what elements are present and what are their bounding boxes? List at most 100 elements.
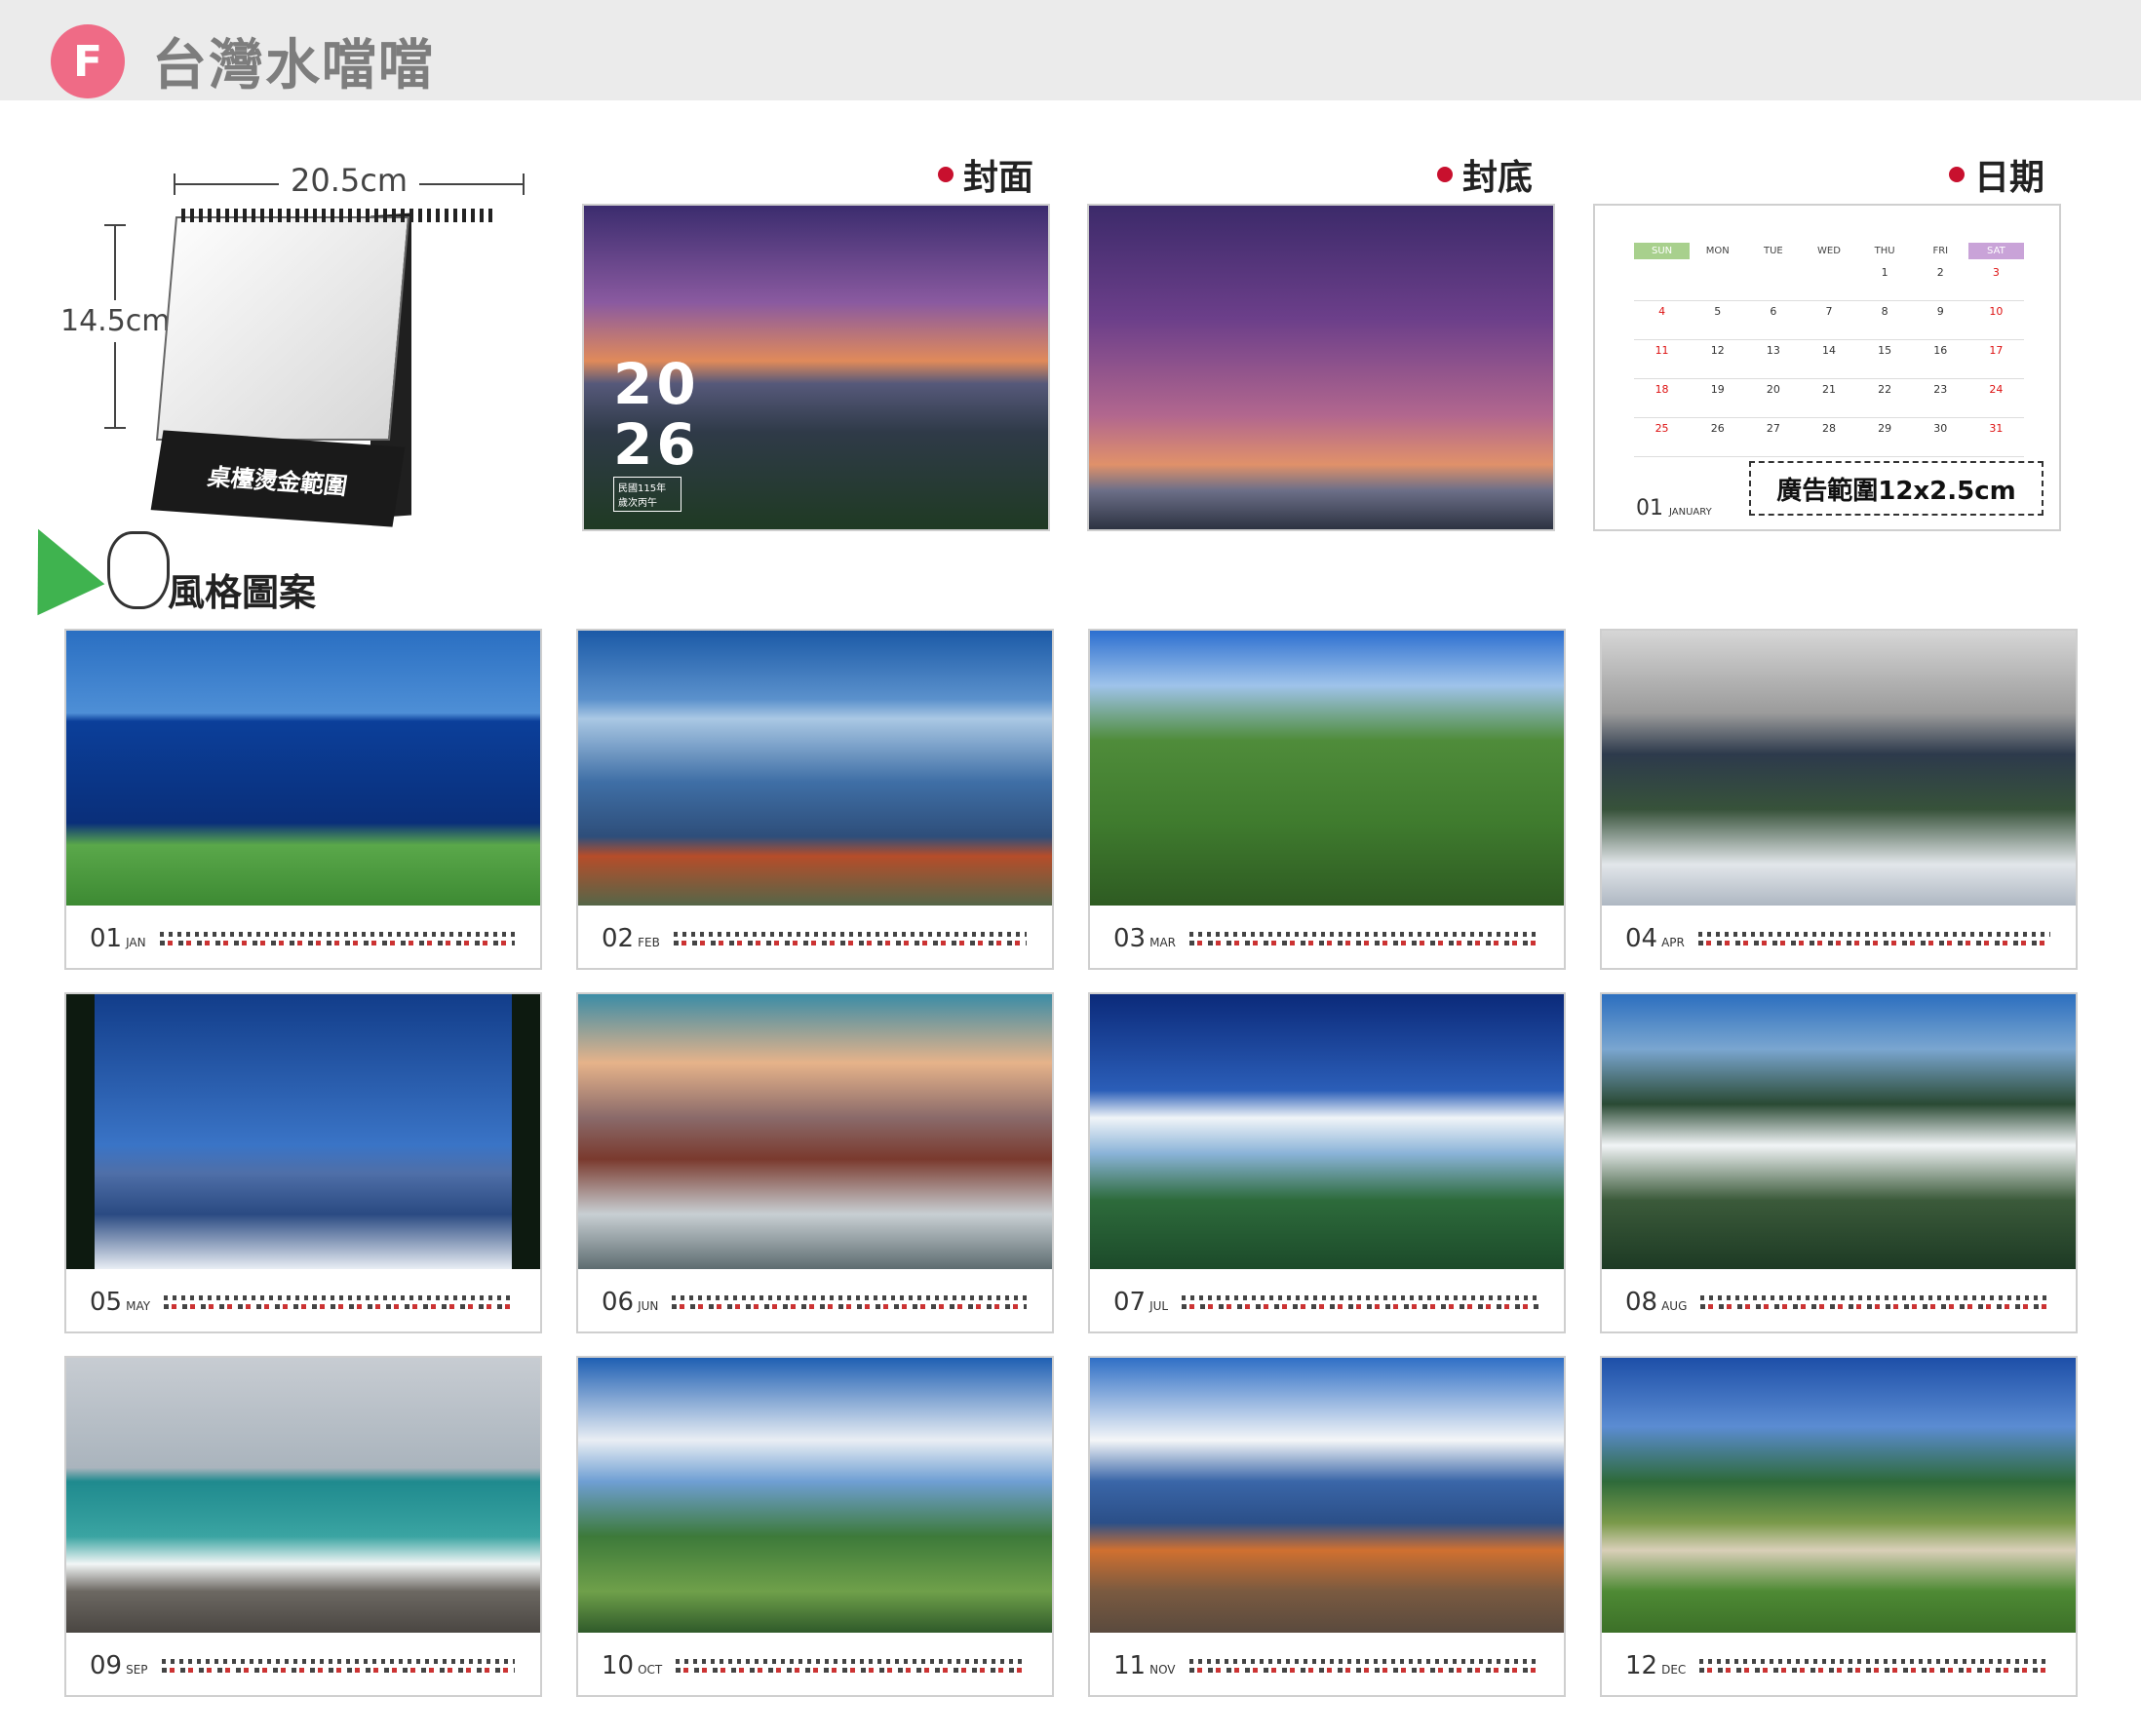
month-card-07[interactable]: 07 JUL [1088, 992, 1566, 1333]
desk-base: 桌檯燙金範圍 [150, 430, 406, 527]
mini-calendar-weekdays [1700, 1295, 2050, 1300]
month-footer: 05 MAY [66, 1269, 540, 1331]
style-badge: F [51, 24, 125, 98]
january-date-cell [1690, 262, 1746, 301]
month-card-09[interactable]: 09 SEP [64, 1356, 542, 1697]
month-number: 08 [1625, 1288, 1658, 1317]
mini-calendar-strip [1182, 1295, 1538, 1309]
january-date-cell: 18 [1634, 379, 1691, 418]
month-card-05[interactable]: 05 MAY [64, 992, 542, 1333]
girl-face-icon [107, 531, 170, 609]
mini-calendar-strip [1189, 932, 1538, 945]
month-name: AUG [1661, 1299, 1688, 1313]
cover-photo[interactable]: 20 26 民國115年 歲次丙午 [582, 204, 1050, 531]
month-footer: 03 MAR [1090, 906, 1564, 968]
month-number: 06 [602, 1288, 635, 1317]
january-month-label: 01 JANUARY [1636, 496, 1712, 521]
mini-calendar-strip [676, 1659, 1027, 1673]
month-footer: 02 FEB [578, 906, 1052, 968]
month-name: NOV [1149, 1663, 1176, 1677]
january-date-cell: 25 [1634, 418, 1691, 457]
month-card-06[interactable]: 06 JUN [576, 992, 1054, 1333]
mini-calendar-dates [1699, 1668, 2050, 1673]
mini-calendar-weekdays [1697, 932, 2050, 937]
month-footer: 09 SEP [66, 1633, 540, 1695]
month-footer: 07 JUL [1090, 1269, 1564, 1331]
date-label-text: 日期 [1974, 158, 2045, 198]
width-label: 20.5cm [279, 162, 420, 199]
month-card-02[interactable]: 02 FEB [576, 629, 1054, 970]
january-date-cell: 29 [1856, 418, 1913, 457]
month-card-01[interactable]: 01 JAN [64, 629, 542, 970]
january-date-cell: 21 [1801, 379, 1857, 418]
month-number: 11 [1113, 1651, 1147, 1680]
month-photo [1090, 994, 1564, 1269]
mini-calendar-dates [1188, 1668, 1538, 1673]
mini-calendar-weekdays [1189, 932, 1538, 937]
weekday-header: SUN MON TUE WED THU FRI SAT [1634, 243, 2024, 259]
january-date-cell: 23 [1912, 379, 1968, 418]
day-sat: SAT [1967, 243, 2024, 259]
january-date-grid: 1 2 3 4 5 6 7 8 9 10 11 12 13 14 15 16 17 18 19 20 21 22 23 24 2… [1634, 262, 2024, 457]
green-triangle-icon [4, 513, 105, 616]
mini-calendar-weekdays [1182, 1295, 1538, 1300]
january-date-cell: 27 [1745, 418, 1802, 457]
month-number: 07 [1113, 1288, 1147, 1317]
month-card-10[interactable]: 10 OCT [576, 1356, 1054, 1697]
january-date-cell: 7 [1801, 301, 1857, 340]
january-date-cell: 5 [1690, 301, 1746, 340]
mini-calendar-strip [161, 1659, 515, 1673]
style-pattern-label: 風格圖案 [4, 513, 335, 619]
style-pattern-text: 風格圖案 [168, 571, 317, 614]
january-date-cell [1745, 262, 1802, 301]
mini-calendar-dates [164, 1304, 515, 1309]
mini-calendar-dates [1189, 941, 1538, 945]
mini-calendar-dates [1182, 1304, 1538, 1309]
january-date-cell: 17 [1967, 340, 2024, 379]
mini-calendar-strip [1188, 1659, 1538, 1673]
mini-calendar-dates [161, 1668, 515, 1673]
month-number: 10 [602, 1651, 635, 1680]
mini-calendar-strip [159, 932, 515, 945]
january-date-cell: 13 [1745, 340, 1802, 379]
january-month-name: JANUARY [1669, 507, 1712, 518]
month-card-08[interactable]: 08 AUG [1600, 992, 2078, 1333]
month-card-11[interactable]: 11 NOV [1088, 1356, 1566, 1697]
day-tue: TUE [1763, 246, 1783, 256]
january-date-cell: 1 [1856, 262, 1913, 301]
month-number: 01 [90, 924, 123, 953]
mini-calendar-strip [1697, 932, 2050, 945]
january-date-page[interactable]: SUN MON TUE WED THU FRI SAT 1 2 3 4 5 6 7 8 9 10 1… [1593, 204, 2061, 531]
month-photo [66, 631, 540, 906]
mini-calendar-weekdays [1188, 1659, 1538, 1664]
red-dot-icon [1437, 167, 1453, 182]
month-photo [1090, 631, 1564, 906]
month-photo [578, 994, 1052, 1269]
month-footer: 08 AUG [1602, 1269, 2076, 1331]
january-date-cell: 9 [1912, 301, 1968, 340]
mini-calendar-strip [673, 932, 1027, 945]
month-number: 04 [1625, 924, 1658, 953]
back-label-text: 封底 [1462, 158, 1534, 198]
mini-calendar-weekdays [164, 1295, 515, 1300]
january-month-number: 01 [1636, 496, 1663, 521]
month-name: SEP [126, 1663, 148, 1677]
month-number: 02 [602, 924, 635, 953]
month-card-04[interactable]: 04 APR [1600, 629, 2078, 970]
january-date-cell: 24 [1967, 379, 2024, 418]
ad-area-box: 廣告範圍12x2.5cm [1749, 461, 2044, 516]
month-card-12[interactable]: 12 DEC [1600, 1356, 2078, 1697]
month-name: JAN [126, 936, 146, 949]
month-photo [1602, 631, 2076, 906]
january-date-cell: 12 [1690, 340, 1746, 379]
month-name: OCT [638, 1663, 663, 1677]
back-cover-photo[interactable] [1087, 204, 1555, 531]
month-footer: 10 OCT [578, 1633, 1052, 1695]
page-title: 台灣水噹噹 [152, 34, 435, 97]
month-card-03[interactable]: 03 MAR [1088, 629, 1566, 970]
mini-calendar-strip [672, 1295, 1027, 1309]
january-date-cell: 28 [1801, 418, 1857, 457]
month-name: JUN [638, 1299, 659, 1313]
month-photo [66, 994, 540, 1269]
mini-calendar-weekdays [673, 932, 1027, 937]
